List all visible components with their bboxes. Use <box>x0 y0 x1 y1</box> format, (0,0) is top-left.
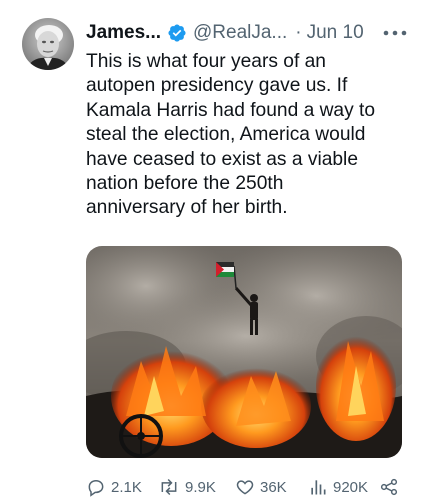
views-icon <box>311 480 326 495</box>
views-count: 920K <box>333 478 369 496</box>
separator-dot: · <box>295 22 302 43</box>
tweet-text: This is what four years of an autopen pr… <box>86 51 376 219</box>
views-button[interactable]: 920K <box>308 476 368 498</box>
repost-button[interactable]: 9.9K <box>158 476 216 498</box>
share-button[interactable] <box>378 476 405 498</box>
repost-count: 9.9K <box>185 478 216 496</box>
verified-badge-icon <box>168 24 186 42</box>
more-icon[interactable] <box>382 27 408 39</box>
share-icon <box>380 478 398 496</box>
author-handle[interactable]: @RealJa... <box>193 22 287 44</box>
like-count: 36K <box>260 478 287 496</box>
avatar[interactable] <box>22 18 74 70</box>
tweet[interactable]: James... @RealJa... · Jun 10 This is wha… <box>0 0 426 500</box>
tweet-date[interactable]: Jun 10 <box>307 22 364 44</box>
heart-icon <box>236 480 254 495</box>
reply-icon <box>88 479 104 497</box>
avatar-image <box>22 18 74 70</box>
author-name[interactable]: James... <box>86 22 161 44</box>
reply-button[interactable]: 2.1K <box>86 476 142 498</box>
photo-image <box>86 246 402 458</box>
like-button[interactable]: 36K <box>235 476 287 498</box>
tweet-header: James... @RealJa... · Jun 10 <box>86 20 416 46</box>
tweet-photo[interactable] <box>86 246 402 458</box>
repost-icon <box>161 478 177 496</box>
reply-count: 2.1K <box>111 478 142 496</box>
tweet-actions: 2.1K 9.9K 36K 920K <box>86 476 416 498</box>
